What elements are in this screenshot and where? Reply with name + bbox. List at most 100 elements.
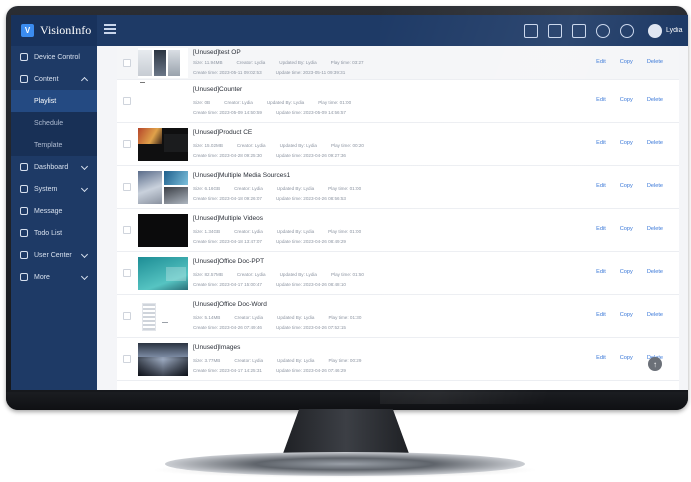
monitor-stand-base bbox=[165, 452, 525, 476]
edit-button[interactable]: Edit bbox=[596, 355, 606, 361]
sidebar-item-todo-list[interactable]: Todo List bbox=[11, 222, 97, 244]
sidebar-item-message[interactable]: Message bbox=[11, 200, 97, 222]
delete-button[interactable]: Delete bbox=[647, 183, 663, 189]
edit-button[interactable]: Edit bbox=[596, 59, 606, 65]
copy-button[interactable]: Copy bbox=[620, 140, 633, 146]
row-checkbox[interactable] bbox=[123, 183, 131, 191]
list-item[interactable]: [Unused]Images Size: 3.77MB Creator: Lydi… bbox=[117, 338, 679, 381]
sidebar-item-label: User Center bbox=[34, 251, 72, 259]
edit-button[interactable]: Edit bbox=[596, 183, 606, 189]
edit-button[interactable]: Edit bbox=[596, 140, 606, 146]
playlist-thumbnail bbox=[138, 82, 188, 118]
playlist-name[interactable]: [Unused]Product CE bbox=[193, 129, 252, 136]
row-checkbox[interactable] bbox=[123, 355, 131, 363]
copy-button[interactable]: Copy bbox=[620, 97, 633, 103]
delete-button[interactable]: Delete bbox=[647, 269, 663, 275]
list-item[interactable]: [Unused]Multiple Videos Size: 1.34GB Crea… bbox=[117, 209, 679, 252]
delete-button[interactable]: Delete bbox=[647, 226, 663, 232]
menu-collapse-icon[interactable] bbox=[104, 24, 116, 36]
playlist-name[interactable]: [Unused]Multiple Videos bbox=[193, 215, 263, 222]
delete-button[interactable]: Delete bbox=[647, 140, 663, 146]
chevron-down-icon bbox=[80, 162, 89, 171]
edit-button[interactable]: Edit bbox=[596, 97, 606, 103]
sidebar-item-system[interactable]: System bbox=[11, 178, 97, 200]
playlist-name[interactable]: [Unused]Office Doc-Word bbox=[193, 301, 267, 308]
playlist-thumbnail bbox=[138, 171, 188, 204]
playlist-thumbnail bbox=[138, 48, 188, 78]
playlist-name[interactable]: [Unused]Office Doc-PPT bbox=[193, 258, 264, 265]
row-checkbox[interactable] bbox=[123, 97, 131, 105]
sidebar-item-user-center[interactable]: User Center bbox=[11, 244, 97, 266]
bell-icon[interactable] bbox=[548, 23, 562, 38]
row-checkbox[interactable] bbox=[123, 140, 131, 148]
row-actions: Edit Copy Delete bbox=[582, 269, 663, 275]
edit-button[interactable]: Edit bbox=[596, 312, 606, 318]
delete-button[interactable]: Delete bbox=[647, 97, 663, 103]
sidebar-item-content[interactable]: Content bbox=[11, 68, 97, 90]
edit-button[interactable]: Edit bbox=[596, 269, 606, 275]
row-checkbox[interactable] bbox=[123, 58, 131, 67]
playlist-thumbnail bbox=[138, 257, 188, 290]
playlist-name[interactable]: [Unused]Images bbox=[193, 344, 240, 351]
copy-button[interactable]: Copy bbox=[620, 59, 633, 65]
screen: V VisionInfo Lydia Device Control Conten… bbox=[11, 15, 688, 390]
row-checkbox[interactable] bbox=[123, 269, 131, 277]
logo-icon: V bbox=[21, 24, 34, 37]
playlist-name[interactable]: [Unused]test OP bbox=[193, 49, 241, 56]
top-toolbar: Lydia bbox=[524, 15, 688, 46]
avatar[interactable] bbox=[648, 23, 662, 38]
sidebar-item-device-control[interactable]: Device Control bbox=[11, 46, 97, 68]
back-to-top-button[interactable]: ↑ bbox=[648, 357, 662, 371]
document-icon[interactable] bbox=[572, 23, 586, 38]
playlist-times: Create time: 2023-04-18 09:26:07 Update t… bbox=[193, 196, 346, 201]
list-item[interactable]: [Unused]Product CE Size: 15.02MB Creator:… bbox=[117, 123, 679, 166]
list-item[interactable]: [Unused]Counter Size: 0B Creator: Lydia Up… bbox=[117, 80, 679, 123]
sidebar-item-label: Todo List bbox=[34, 229, 63, 237]
app-logo[interactable]: V VisionInfo bbox=[11, 15, 97, 46]
edit-button[interactable]: Edit bbox=[596, 226, 606, 232]
row-actions: Edit Copy Delete bbox=[582, 226, 663, 232]
help-icon[interactable] bbox=[596, 23, 610, 38]
row-checkbox[interactable] bbox=[123, 226, 131, 234]
sidebar-item-schedule[interactable]: Schedule bbox=[11, 112, 97, 134]
sidebar: Device Control Content Playlist Schedule… bbox=[11, 46, 97, 390]
delete-button[interactable]: Delete bbox=[647, 59, 663, 65]
copy-button[interactable]: Copy bbox=[620, 312, 633, 318]
top-bar: V VisionInfo Lydia bbox=[11, 15, 688, 46]
playlist-times: Create time: 2023-04-26 07:49:46 Update t… bbox=[193, 325, 346, 330]
playlist-times: Create time: 2023-04-17 15:00:47 Update t… bbox=[193, 282, 346, 287]
row-actions: Edit Copy Delete bbox=[582, 59, 663, 65]
todo-icon bbox=[20, 229, 28, 237]
sidebar-item-label: More bbox=[34, 273, 50, 281]
playlist-meta: Size: 82.57MB Creator: Lydia Updated By: L… bbox=[193, 272, 364, 277]
clipboard-icon[interactable] bbox=[524, 23, 538, 38]
sidebar-item-more[interactable]: More bbox=[11, 266, 97, 288]
sidebar-item-playlist[interactable]: Playlist bbox=[11, 90, 97, 112]
copy-button[interactable]: Copy bbox=[620, 226, 633, 232]
row-actions: Edit Copy Delete bbox=[582, 183, 663, 189]
copy-button[interactable]: Copy bbox=[620, 269, 633, 275]
playlist-thumbnail bbox=[138, 300, 188, 333]
sidebar-item-label: Content bbox=[34, 75, 59, 83]
row-checkbox[interactable] bbox=[123, 312, 131, 320]
playlist-times: Create time: 2023-05-09 14:50:59 Update t… bbox=[193, 110, 346, 115]
chevron-down-icon bbox=[80, 272, 89, 281]
playlist-times: Create time: 2023-04-18 13:47:07 Update t… bbox=[193, 239, 346, 244]
delete-button[interactable]: Delete bbox=[647, 312, 663, 318]
list-item[interactable]: [Unused]Multiple Media Sources1 Size: 6.… bbox=[117, 166, 679, 209]
copy-button[interactable]: Copy bbox=[620, 183, 633, 189]
list-item[interactable]: [Unused]Office Doc-Word Size: 5.14MB Crea… bbox=[117, 295, 679, 338]
list-item[interactable]: [Unused]test OP Size: 11.94MB Creator: Ly… bbox=[117, 46, 679, 80]
monitor-icon bbox=[20, 53, 28, 61]
username[interactable]: Lydia bbox=[666, 27, 688, 34]
playlist-name[interactable]: [Unused]Multiple Media Sources1 bbox=[193, 172, 290, 179]
copy-button[interactable]: Copy bbox=[620, 355, 633, 361]
sidebar-item-dashboard[interactable]: Dashboard bbox=[11, 156, 97, 178]
globe-icon[interactable] bbox=[620, 23, 634, 38]
chevron-up-icon bbox=[80, 76, 89, 85]
monitor-chin bbox=[6, 392, 688, 410]
sidebar-item-template[interactable]: Template bbox=[11, 134, 97, 156]
list-item[interactable]: [Unused]Office Doc-PPT Size: 82.57MB Crea… bbox=[117, 252, 679, 295]
playlist-name[interactable]: [Unused]Counter bbox=[193, 86, 242, 93]
chevron-down-icon bbox=[80, 184, 89, 193]
